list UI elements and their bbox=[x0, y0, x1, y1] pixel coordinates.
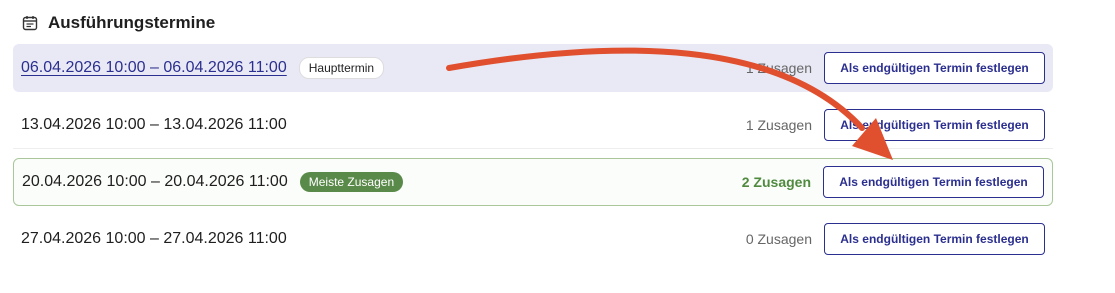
set-final-date-button[interactable]: Als endgültigen Termin festlegen bbox=[824, 52, 1045, 84]
set-final-date-button[interactable]: Als endgültigen Termin festlegen bbox=[823, 166, 1044, 198]
commitment-count: 1 Zusagen bbox=[745, 116, 812, 133]
date-range: 13.04.2026 10:00 – 13.04.2026 11:00 bbox=[21, 115, 287, 133]
date-range: 27.04.2026 10:00 – 27.04.2026 11:00 bbox=[21, 230, 287, 247]
date-range: 20.04.2026 10:00 – 20.04.2026 11:00 bbox=[22, 173, 288, 190]
commitment-count: 2 Zusagen bbox=[741, 174, 811, 190]
main-date-badge: Haupttermin bbox=[298, 57, 385, 79]
section-header: Ausführungstermine bbox=[22, 10, 215, 36]
date-row-most-commitments: 20.04.2026 10:00 – 20.04.2026 11:00 Meis… bbox=[13, 158, 1053, 206]
date-row: 13.04.2026 10:00 – 13.04.2026 11:00 1 Zu… bbox=[13, 101, 1053, 149]
date-row-main: 06.04.2026 10:00 – 06.04.2026 11:00 Haup… bbox=[13, 44, 1053, 92]
set-final-date-button[interactable]: Als endgültigen Termin festlegen bbox=[824, 108, 1045, 141]
calendar-icon bbox=[22, 15, 38, 31]
most-commitments-badge: Meiste Zusagen bbox=[299, 172, 404, 192]
date-row: 27.04.2026 10:00 – 27.04.2026 11:00 0 Zu… bbox=[13, 215, 1053, 263]
commitment-count: 0 Zusagen bbox=[745, 231, 812, 247]
set-final-date-button[interactable]: Als endgültigen Termin festlegen bbox=[824, 223, 1045, 255]
commitment-count: 1 Zusagen bbox=[745, 60, 812, 76]
section-title: Ausführungstermine bbox=[48, 13, 216, 32]
main-date-link[interactable]: 06.04.2026 10:00 – 06.04.2026 11:00 bbox=[21, 59, 287, 77]
